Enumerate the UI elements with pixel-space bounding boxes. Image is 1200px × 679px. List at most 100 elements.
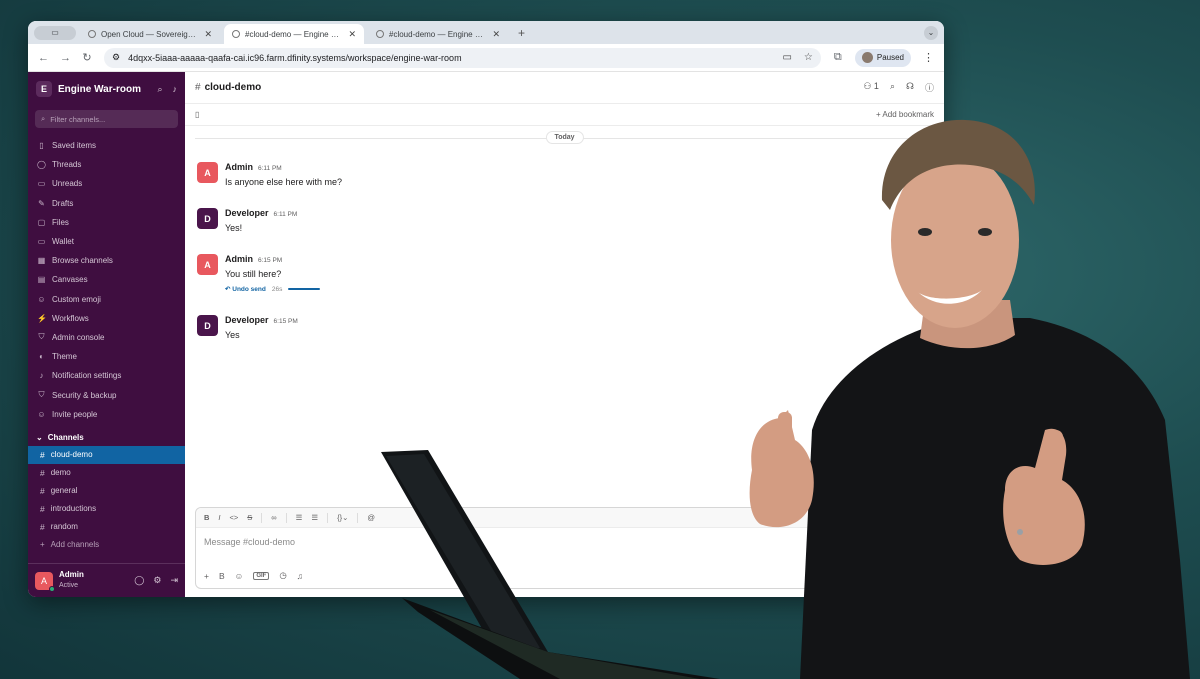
clock-icon[interactable]: ◷ bbox=[279, 570, 286, 581]
sidebar-item-workflows[interactable]: ⚡ Workflows bbox=[28, 309, 185, 328]
chat-bubble-icon[interactable]: ◯ bbox=[134, 575, 144, 586]
message[interactable]: D Developer 6:15 PM Yes bbox=[197, 315, 298, 340]
code-block-icon[interactable]: {}⌄ bbox=[337, 513, 348, 522]
gif-icon[interactable]: GIF bbox=[253, 571, 270, 580]
info-icon[interactable]: ⓘ bbox=[925, 81, 934, 94]
sidebar-item-invite-people[interactable]: ☺ Invite people bbox=[28, 405, 185, 424]
sidebar-item-files[interactable]: ▢ Files bbox=[28, 213, 185, 232]
channel-item-introductions[interactable]: # introductions bbox=[28, 500, 185, 518]
channel-item-cloud-demo[interactable]: # cloud-demo bbox=[28, 445, 185, 464]
channel-item-demo[interactable]: # demo bbox=[28, 464, 185, 482]
microphone-icon[interactable]: ♫ bbox=[297, 571, 303, 581]
browser-tab-1[interactable]: Open Cloud — Sovereign clo ✕ bbox=[80, 24, 220, 44]
avatar[interactable]: A bbox=[197, 162, 218, 183]
files-icon: ▢ bbox=[37, 217, 46, 227]
browser-tab-2-active[interactable]: #cloud-demo — Engine War- ✕ bbox=[224, 24, 364, 44]
workspace-header[interactable]: E Engine War-room ⌕ ♪ bbox=[28, 72, 185, 106]
message-author[interactable]: Admin bbox=[225, 162, 253, 172]
format-text-icon[interactable]: B bbox=[219, 571, 225, 581]
url-input[interactable]: ⚙ 4dqxx-5iaaa-aaaaa-qaafa-cai.ic96.farm.… bbox=[104, 47, 821, 68]
sidebar-item-admin-console[interactable]: ⛉ Admin console bbox=[28, 328, 185, 347]
channel-item-general[interactable]: # general bbox=[28, 482, 185, 500]
close-icon[interactable]: ✕ bbox=[492, 29, 500, 40]
tab-search-button[interactable]: ▭ bbox=[34, 25, 76, 40]
tab-list-chevron-icon[interactable]: ⌄ bbox=[924, 25, 938, 40]
message-timestamp[interactable]: 6:15 PM bbox=[258, 257, 282, 264]
sidebar-item-unreads[interactable]: ▭ Unreads bbox=[28, 174, 185, 193]
sidebar-item-browse-channels[interactable]: ▦ Browse channels bbox=[28, 251, 185, 270]
reload-icon[interactable]: ↻ bbox=[82, 51, 92, 64]
headphones-icon[interactable]: ☊ bbox=[906, 81, 914, 94]
channel-item-random[interactable]: # random bbox=[28, 518, 185, 536]
search-icon: ⌕ bbox=[41, 114, 46, 123]
message-timestamp[interactable]: 6:11 PM bbox=[258, 165, 282, 172]
avatar[interactable]: D bbox=[197, 315, 218, 336]
avatar[interactable]: A bbox=[197, 254, 218, 275]
channel-title[interactable]: # cloud-demo bbox=[195, 82, 863, 93]
emoji-icon[interactable]: ☺ bbox=[235, 571, 244, 581]
day-divider-label[interactable]: Today bbox=[545, 131, 584, 144]
sidebar-item-theme[interactable]: ◐ Theme bbox=[28, 347, 185, 366]
filter-channels-input[interactable]: ⌕ Filter channels... bbox=[35, 110, 178, 128]
bookmark-icon[interactable]: ▯ bbox=[195, 110, 199, 119]
site-settings-icon[interactable]: ⚙ bbox=[112, 52, 120, 63]
plus-icon[interactable]: + bbox=[204, 571, 209, 581]
avatar[interactable]: A bbox=[35, 571, 55, 592]
sidebar-item-custom-emoji[interactable]: ☺ Custom emoji bbox=[28, 290, 185, 309]
bold-icon[interactable]: B bbox=[204, 513, 209, 522]
message[interactable]: D Developer 6:11 PM Yes! bbox=[197, 208, 297, 233]
gear-icon[interactable]: ⚙ bbox=[153, 575, 161, 586]
browser-menu-icon[interactable]: ⋮ bbox=[923, 51, 934, 64]
sidebar-item-threads[interactable]: ◯ Threads bbox=[28, 155, 185, 174]
message-author[interactable]: Developer bbox=[225, 208, 269, 218]
message[interactable]: A Admin 6:15 PM You still here? ↶ Undo se… bbox=[197, 254, 321, 293]
sidebar-item-notification-settings[interactable]: ♪ Notification settings bbox=[28, 366, 185, 385]
message-author[interactable]: Developer bbox=[225, 315, 269, 325]
forward-arrow-icon[interactable]: → bbox=[60, 52, 71, 64]
profile-button[interactable]: Paused bbox=[854, 48, 911, 67]
channels-section-header[interactable]: ⌄ Channels bbox=[28, 429, 185, 446]
hash-icon: # bbox=[40, 449, 45, 460]
avatar[interactable]: D bbox=[197, 208, 218, 229]
message-author[interactable]: Admin bbox=[225, 254, 253, 264]
logout-icon[interactable]: ⇥ bbox=[170, 575, 178, 586]
close-icon[interactable]: ✕ bbox=[204, 29, 212, 40]
sidebar-item-saved-items[interactable]: ▯ Saved items bbox=[28, 136, 185, 155]
add-channels-button[interactable]: + Add channels bbox=[28, 536, 185, 554]
code-icon[interactable]: <> bbox=[230, 513, 239, 522]
message-input[interactable]: Message #cloud-demo bbox=[196, 528, 933, 556]
message-timestamp[interactable]: 6:15 PM bbox=[274, 318, 298, 325]
search-icon[interactable]: ⌕ bbox=[157, 84, 162, 95]
italic-icon[interactable]: I bbox=[218, 513, 220, 522]
message-text: You still here? bbox=[225, 269, 282, 279]
sidebar-item-wallet[interactable]: ▭ Wallet bbox=[28, 232, 185, 251]
cast-icon[interactable]: ▭ bbox=[782, 52, 791, 63]
members-button[interactable]: ⚇ 1 bbox=[863, 81, 879, 94]
sidebar-item-canvases[interactable]: ▤ Canvases bbox=[28, 270, 185, 289]
extensions-icon[interactable]: ⧉ bbox=[833, 51, 843, 64]
mention-icon[interactable]: @ bbox=[367, 513, 375, 522]
ordered-list-icon[interactable]: ☰ bbox=[296, 513, 303, 522]
formatting-toolbar: B I <> S ∞ ☰ ☰ {}⌄ @ bbox=[196, 508, 933, 528]
sidebar-item-label: Unreads bbox=[52, 179, 83, 189]
sidebar-item-security-backup[interactable]: ⛉ Security & backup bbox=[28, 385, 185, 404]
bullet-list-icon[interactable]: ☰ bbox=[311, 513, 318, 522]
browser-tab-3[interactable]: #cloud-demo — Engine War- ✕ bbox=[368, 24, 508, 44]
close-icon[interactable]: ✕ bbox=[348, 29, 356, 40]
sidebar-item-label: Drafts bbox=[52, 198, 74, 208]
workflows-icon: ⚡ bbox=[37, 313, 47, 323]
bell-icon[interactable]: ♪ bbox=[173, 84, 178, 94]
undo-send-button[interactable]: ↶ Undo send bbox=[225, 285, 266, 293]
back-arrow-icon[interactable]: ← bbox=[38, 52, 49, 64]
star-icon[interactable]: ☆ bbox=[804, 52, 813, 63]
new-tab-button[interactable]: + bbox=[512, 26, 531, 40]
workspace-name[interactable]: Engine War-room bbox=[58, 84, 147, 95]
message-timestamp[interactable]: 6:11 PM bbox=[274, 211, 298, 218]
message[interactable]: A Admin 6:11 PM Is anyone else here with … bbox=[197, 162, 342, 187]
strikethrough-icon[interactable]: S bbox=[247, 513, 252, 522]
link-icon[interactable]: ∞ bbox=[271, 513, 276, 522]
search-icon[interactable]: ⌕ bbox=[890, 81, 895, 94]
sidebar-item-drafts[interactable]: ✎ Drafts bbox=[28, 194, 185, 213]
chevron-down-icon: ⌄ bbox=[36, 432, 43, 442]
add-bookmark-button[interactable]: + Add bookmark bbox=[876, 110, 934, 119]
